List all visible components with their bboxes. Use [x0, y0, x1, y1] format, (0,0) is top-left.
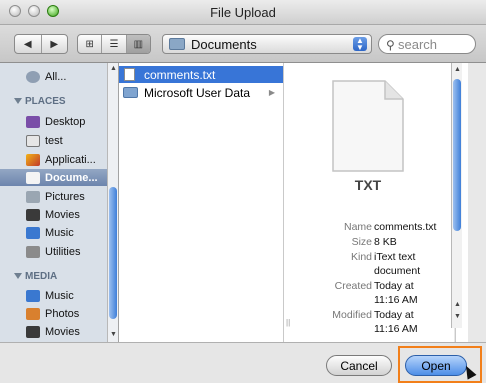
txt-document-icon	[332, 80, 404, 172]
search-field[interactable]: ⚲ search	[378, 34, 476, 54]
sidebar-item-label: Desktop	[45, 115, 86, 128]
meta-created-value: Today at	[374, 280, 414, 292]
sidebar-item-label: All...	[45, 70, 67, 83]
button-bar: Cancel Open	[0, 342, 486, 383]
preview-scrollbar[interactable]: ▲ ▲ ▼	[451, 63, 462, 328]
list-view-icon[interactable]: ☰	[102, 35, 127, 53]
sidebar-item-test[interactable]: test	[0, 132, 107, 149]
toolbar: ◀ ▶ ⊞ ☰ ▥ Documents ▲ ▼ ⚲ search	[0, 25, 486, 63]
sidebar-item-applications[interactable]: Applicati...	[0, 151, 107, 168]
text-file-icon	[124, 68, 135, 81]
file-name: comments.txt	[144, 67, 216, 82]
file-row-comments[interactable]: comments.txt	[119, 66, 283, 83]
movies-icon	[26, 208, 40, 221]
sidebar-item-label: Photos	[45, 307, 80, 320]
sidebar-scrollbar[interactable]: ▲ ▼	[107, 63, 118, 342]
meta-modified-label: Modified	[332, 309, 372, 321]
sidebar: All... PLACES Desktop test Applicati... …	[0, 63, 119, 342]
sidebar-item-label: Docume...	[45, 171, 98, 184]
sidebar-item-desktop[interactable]: Desktop	[0, 113, 107, 130]
sidebar-item-documents[interactable]: Docume...	[0, 169, 107, 186]
preview-column: TXT Name comments.txt Size 8 KB Kind iTe…	[284, 63, 454, 342]
updown-arrows-icon: ▲ ▼	[353, 37, 367, 52]
meta-kind-value-2: document	[374, 265, 421, 277]
file-upload-dialog: File Upload ◀ ▶ ⊞ ☰ ▥ Documents ▲ ▼ ⚲ sea…	[0, 0, 486, 383]
music-icon	[26, 226, 40, 239]
column-resize-handle-icon[interactable]: ||	[286, 318, 290, 327]
meta-name-value: comments.txt	[374, 221, 437, 233]
meta-size-value: 8 KB	[374, 236, 397, 248]
sidebar-item-label: Applicati...	[45, 153, 96, 166]
title-bar: File Upload	[0, 0, 486, 25]
music-icon	[26, 289, 40, 302]
open-button[interactable]: Open	[405, 355, 467, 376]
cancel-button[interactable]: Cancel	[326, 355, 392, 376]
sidebar-scroll-thumb[interactable]	[109, 187, 117, 319]
sidebar-item-pictures[interactable]: Pictures	[0, 188, 107, 205]
sidebar-item-all[interactable]: All...	[0, 68, 107, 85]
back-arrow-icon[interactable]: ◀	[15, 35, 42, 53]
media-header: MEDIA	[14, 271, 57, 282]
sidebar-item-media-movies[interactable]: Movies	[0, 323, 107, 340]
meta-created-label: Created	[334, 280, 372, 292]
forward-arrow-icon[interactable]: ▶	[42, 35, 68, 53]
txt-icon-label: TXT	[354, 177, 382, 193]
browser-column-1: comments.txt Microsoft User Data ▶	[119, 63, 284, 342]
sidebar-item-label: Utilities	[45, 245, 81, 258]
scroll-up-arrow-icon[interactable]: ▲	[110, 65, 117, 72]
location-popup[interactable]: Documents ▲ ▼	[162, 34, 372, 54]
home-icon	[26, 134, 40, 147]
folder-name: Microsoft User Data	[144, 85, 251, 100]
sidebar-item-label: Music	[45, 226, 74, 239]
meta-modified-value-2: 11:16 AM	[374, 323, 418, 333]
sidebar-item-label: Pictures	[45, 190, 85, 203]
column-view-icon[interactable]: ▥	[126, 35, 150, 53]
preview-scroll-thumb[interactable]	[453, 79, 461, 231]
places-header: PLACES	[14, 96, 66, 107]
meta-name-label: Name	[343, 221, 372, 233]
meta-kind-value: iText text	[374, 251, 416, 263]
sidebar-item-label: Movies	[45, 325, 80, 338]
documents-folder-icon	[169, 38, 185, 50]
sidebar-item-label: Movies	[45, 208, 80, 221]
desktop-icon	[26, 115, 40, 128]
network-globe-icon	[26, 70, 40, 83]
window-title: File Upload	[210, 5, 276, 20]
sidebar-item-label: Music	[45, 289, 74, 302]
utilities-icon	[26, 245, 40, 258]
meta-kind-label: Kind	[350, 251, 372, 263]
location-label: Documents	[191, 37, 257, 52]
folder-row-microsoft-user-data[interactable]: Microsoft User Data ▶	[119, 84, 283, 101]
meta-modified-value: Today at	[374, 309, 414, 321]
pictures-icon	[26, 190, 40, 203]
meta-created-value-2: 11:16 AM	[374, 294, 418, 306]
sidebar-item-utilities[interactable]: Utilities	[0, 243, 107, 260]
movies-icon	[26, 325, 40, 338]
scroll-down-arrow-icon[interactable]: ▼	[454, 313, 461, 320]
applications-icon	[26, 153, 40, 166]
chevron-right-icon: ▶	[268, 88, 275, 97]
photos-icon	[26, 307, 40, 320]
folder-icon	[123, 87, 138, 98]
meta-size-label: Size	[351, 236, 372, 248]
search-placeholder: search	[398, 37, 438, 52]
search-icon: ⚲	[386, 38, 395, 52]
sidebar-item-movies[interactable]: Movies	[0, 206, 107, 223]
view-mode-buttons: ⊞ ☰ ▥	[77, 34, 151, 54]
scroll-up-arrow-icon[interactable]: ▲	[454, 66, 461, 73]
documents-icon	[26, 171, 40, 184]
scroll-down-arrow-icon[interactable]: ▼	[110, 331, 117, 338]
sidebar-item-label: test	[45, 134, 63, 147]
navigation-buttons: ◀ ▶	[14, 34, 68, 54]
icon-view-icon[interactable]: ⊞	[78, 35, 103, 53]
sidebar-item-media-music[interactable]: Music	[0, 287, 107, 304]
scroll-up-arrow-icon[interactable]: ▲	[454, 301, 461, 308]
sidebar-item-music[interactable]: Music	[0, 224, 107, 241]
sidebar-item-photos[interactable]: Photos	[0, 305, 107, 322]
